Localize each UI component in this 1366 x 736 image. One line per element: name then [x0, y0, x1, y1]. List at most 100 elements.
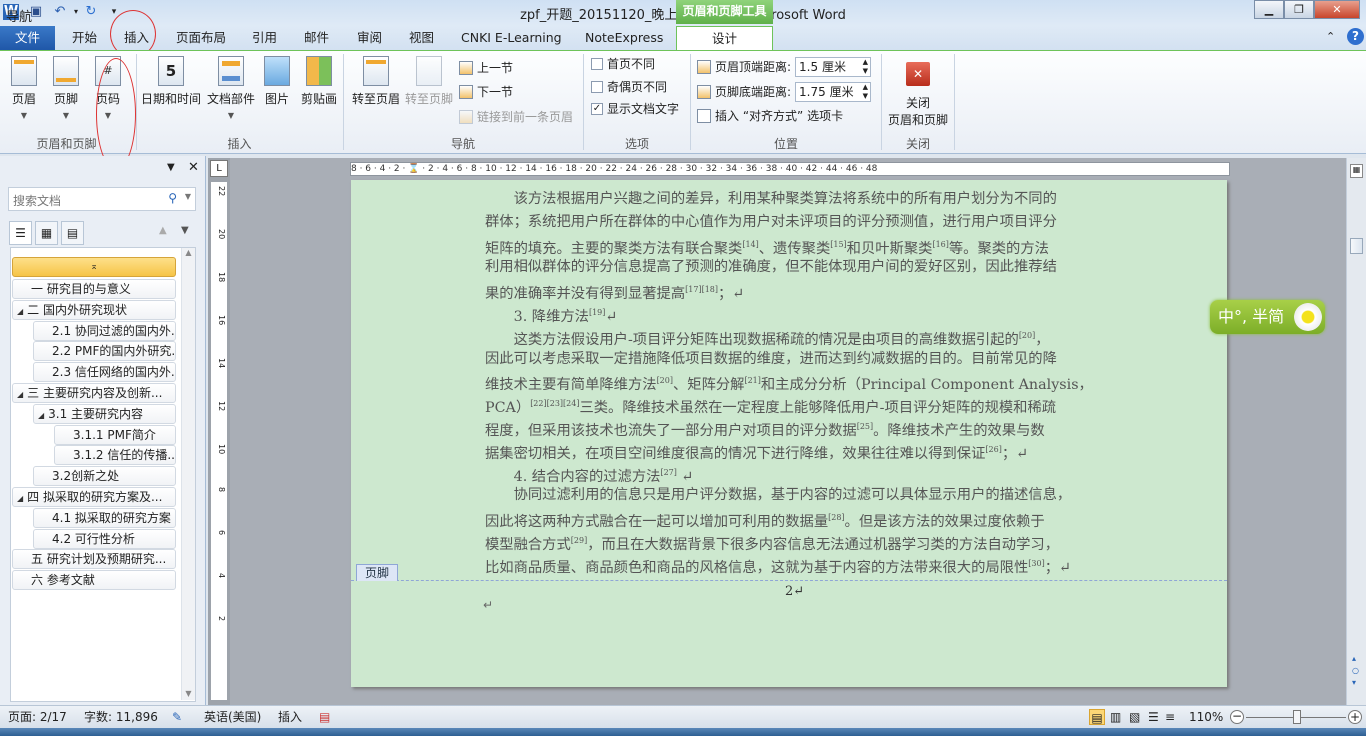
expand-triangle-icon[interactable]: ◢ [17, 390, 23, 399]
nav-heading-item[interactable]: ◢ 四 拟采取的研究方案及... [12, 487, 176, 507]
scrollbar-thumb[interactable] [1350, 238, 1363, 254]
nav-heading-item[interactable]: 4.1 拟采取的研究方案 [33, 507, 176, 528]
nav-heading-item[interactable]: 3.1.1 PMF简介 [54, 424, 176, 445]
header-button[interactable]: 页眉 ▼ [1, 56, 47, 120]
tab-results[interactable]: ▤ [61, 221, 84, 245]
search-document-input[interactable]: 搜索文档 ⚲ ▼ [8, 187, 196, 211]
zoom-level[interactable]: 110% [1189, 709, 1223, 725]
link-to-previous-button[interactable]: 链接到前一条页眉 [459, 107, 573, 127]
document-line: 群体；系统把用户所在群体的中心值作为用户对未评项目的评分预测值，进行用户项目评分 [485, 212, 1057, 232]
text-run: ↵ [605, 309, 618, 325]
tab-page-layout[interactable]: 页面布局 [170, 26, 232, 50]
tab-view[interactable]: 视图 [403, 26, 440, 50]
different-odd-even-checkbox[interactable]: 奇偶页不同 [591, 77, 667, 97]
expand-triangle-icon[interactable]: ◢ [17, 494, 23, 503]
goto-footer-button[interactable]: 转至页脚 [403, 56, 455, 107]
goto-header-button[interactable]: 转至页眉 [350, 56, 402, 107]
close-pane-icon[interactable]: ✕ [188, 160, 199, 175]
different-odd-even-label: 奇偶页不同 [607, 80, 668, 94]
footer-bottom-input[interactable]: 1.75 厘米 ▲ ▼ [795, 82, 872, 102]
tab-design[interactable]: 设计 [676, 26, 773, 52]
scroll-up-icon[interactable]: ▲ [182, 248, 195, 257]
web-layout-view-icon[interactable]: ▧ [1129, 709, 1140, 725]
ruler-tick-label: 18 [217, 272, 226, 283]
spinner-arrows-icon[interactable]: ▲ ▼ [863, 83, 868, 101]
ime-text: 中°, 半简 [1218, 307, 1285, 326]
print-layout-view-icon[interactable]: ▤ [1089, 709, 1105, 725]
expand-triangle-icon[interactable]: ◢ [17, 307, 23, 316]
tab-mailings[interactable]: 邮件 [298, 26, 335, 50]
nav-heading-item[interactable]: ◢ 二 国内外研究现状 [12, 299, 176, 320]
header-top-input[interactable]: 1.5 厘米 ▲ ▼ [795, 57, 872, 77]
word-count[interactable]: 字数: 11,896 [84, 709, 158, 725]
page-count[interactable]: 页面: 2/17 [8, 709, 67, 725]
ime-status-bar[interactable]: 中°, 半简 [1210, 300, 1325, 334]
tab-review[interactable]: 审阅 [351, 26, 388, 50]
previous-heading-icon[interactable]: ▲ [159, 225, 167, 236]
tab-home[interactable]: 开始 [66, 26, 103, 50]
zoom-out-button[interactable]: − [1230, 710, 1244, 724]
spinner-arrows-icon[interactable]: ▲ ▼ [863, 58, 868, 76]
nav-heading-item[interactable]: ◢ 三 主要研究内容及创新... [12, 383, 176, 403]
zoom-in-button[interactable]: + [1348, 710, 1362, 724]
show-document-text-checkbox[interactable]: ✓ 显示文档文字 [591, 99, 679, 119]
nav-heading-item[interactable]: 六 参考文献 [12, 570, 176, 591]
nav-heading-item[interactable]: 2.1 协同过滤的国内外... [33, 320, 176, 341]
tab-noteexpress[interactable]: NoteExpress [579, 26, 669, 50]
minimize-ribbon-icon[interactable]: ⌃ [1326, 30, 1335, 43]
close-header-footer-button[interactable]: ✕ 关闭 页眉和页脚 [885, 56, 951, 128]
clip-art-button[interactable]: 剪贴画 [296, 56, 342, 107]
text-run: 和贝叶斯聚类 [846, 240, 933, 257]
browse-object-icons[interactable]: ▴ ○ ▾ [1352, 653, 1359, 689]
tab-references[interactable]: 引用 [246, 26, 283, 50]
minimize-button[interactable]: ▁ [1254, 0, 1284, 19]
text-run: 、矩阵分解 [672, 377, 745, 394]
next-heading-icon[interactable]: ▼ [181, 225, 189, 236]
nav-heading-item[interactable]: 3.2创新之处 [33, 466, 176, 487]
next-section-button[interactable]: 下一节 [459, 82, 513, 102]
nav-heading-item[interactable]: 3.1.2 信任的传播... [54, 445, 176, 466]
date-time-button[interactable]: 5 日期和时间 [140, 56, 202, 107]
vertical-scrollbar[interactable]: ▦ ▴ ○ ▾ [1346, 158, 1366, 705]
proofing-icon[interactable]: ✎ [172, 709, 182, 725]
restore-button[interactable]: ❐ [1284, 0, 1314, 19]
text-run: 因此可以考虑采取一定措施降低项目数据的维度，进而达到约减数据的目的。目前常见的降 [485, 350, 1057, 367]
search-dropdown-icon[interactable]: ▼ [185, 192, 191, 201]
draft-view-icon[interactable]: ≡ [1165, 709, 1175, 725]
nav-heading-item[interactable]: 2.2 PMF的国内外研究... [33, 341, 176, 362]
insert-alignment-tab-button[interactable]: 插入 “对齐方式” 选项卡 [697, 106, 843, 126]
different-first-page-checkbox[interactable]: 首页不同 [591, 54, 655, 74]
full-screen-view-icon[interactable]: ▥ [1110, 709, 1121, 725]
view-ruler-icon[interactable]: ▦ [1350, 164, 1363, 178]
outline-view-icon[interactable]: ☰ [1148, 709, 1159, 725]
horizontal-ruler[interactable]: 8 · 6 · 4 · 2 · ⌛ · 2 · 4 · 6 · 8 · 10 ·… [350, 162, 1230, 176]
collapse-all-button[interactable]: ⌅ [12, 257, 176, 277]
macro-record-icon[interactable]: ▤ [319, 709, 330, 725]
nav-heading-item[interactable]: ◢ 3.1 主要研究内容 [33, 403, 176, 424]
language[interactable]: 英语(美国) [204, 709, 261, 725]
nav-heading-item[interactable]: 五 研究计划及预期研究... [12, 549, 176, 570]
tab-stop-selector[interactable]: L [210, 160, 228, 177]
tab-cnki[interactable]: CNKI E-Learning [455, 26, 568, 50]
expand-triangle-icon[interactable]: ◢ [38, 411, 44, 420]
quick-parts-button[interactable]: 文档部件 ▼ [205, 56, 257, 120]
close-window-button[interactable]: ✕ [1314, 0, 1360, 19]
page-number-field[interactable]: 2↵ [785, 584, 804, 599]
search-icon[interactable]: ⚲ [168, 191, 177, 205]
outline-scrollbar[interactable]: ▲ ▼ [181, 248, 195, 700]
zoom-slider-thumb[interactable] [1293, 710, 1301, 724]
picture-button[interactable]: 图片 [254, 56, 300, 107]
help-icon[interactable]: ? [1347, 28, 1364, 45]
tab-pages[interactable]: ▦ [35, 221, 58, 245]
previous-section-button[interactable]: 上一节 [459, 58, 513, 78]
tab-headings[interactable]: ☰ [9, 221, 32, 245]
tab-file[interactable]: 文件 [0, 26, 55, 50]
picture-label: 图片 [264, 92, 289, 106]
nav-heading-item[interactable]: 2.3 信任网络的国内外... [33, 362, 176, 383]
footer-button[interactable]: 页脚 ▼ [43, 56, 89, 120]
nav-heading-item[interactable]: 4.2 可行性分析 [33, 528, 176, 549]
scroll-down-icon[interactable]: ▼ [182, 689, 195, 698]
nav-heading-item[interactable]: 一 研究目的与意义 [12, 279, 176, 299]
insert-mode[interactable]: 插入 [278, 709, 302, 725]
pane-options-icon[interactable]: ▼ [167, 162, 175, 173]
